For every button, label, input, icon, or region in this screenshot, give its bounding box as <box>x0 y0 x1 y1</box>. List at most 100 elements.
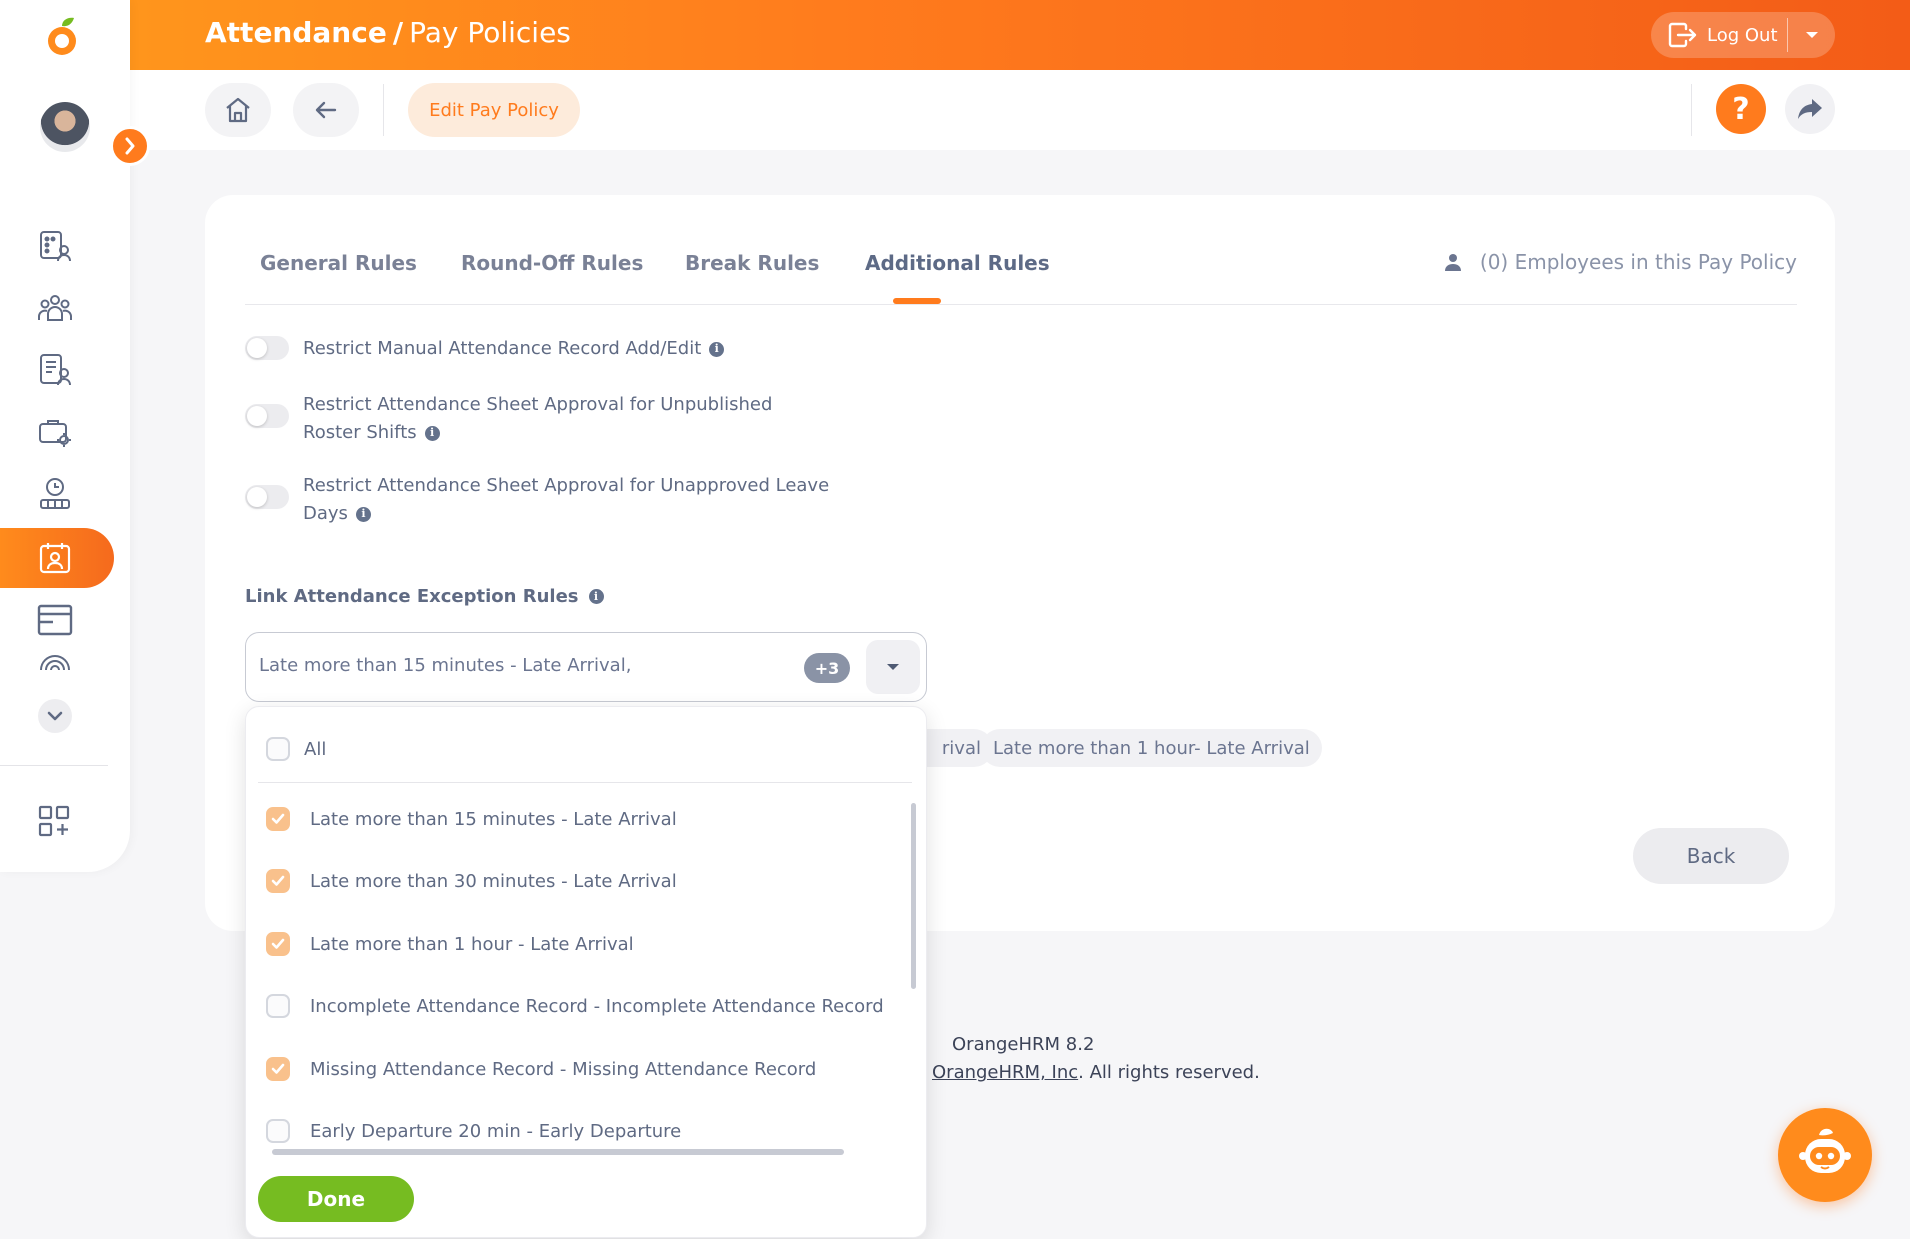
dropdown-option[interactable]: Late more than 30 minutes - Late Arrival <box>266 869 677 893</box>
toggle-restrict-unpublished-roster[interactable] <box>245 404 289 428</box>
share-icon <box>1798 99 1822 119</box>
rule-label-text: Restrict Manual Attendance Record Add/Ed… <box>303 338 702 359</box>
rule-label: Restrict Manual Attendance Record Add/Ed… <box>303 335 833 363</box>
dropdown-option[interactable]: Early Departure 20 min - Early Departure <box>266 1119 681 1143</box>
share-button[interactable] <box>1785 84 1835 134</box>
info-icon[interactable]: i <box>588 589 604 604</box>
dropdown-option[interactable]: Late more than 15 minutes - Late Arrival <box>266 807 677 831</box>
checkmark-icon <box>271 875 285 886</box>
scrollbar-thumb[interactable] <box>911 803 916 989</box>
employee-count-label: (0) Employees in this Pay Policy <box>1479 250 1797 274</box>
avatar[interactable] <box>40 102 90 152</box>
checkbox-checked[interactable] <box>266 869 290 893</box>
home-button[interactable] <box>205 83 271 137</box>
checkbox-checked[interactable] <box>266 807 290 831</box>
tab-round-off-rules[interactable]: Round-Off Rules <box>461 251 643 275</box>
sidebar-divider <box>0 765 108 766</box>
dropdown-option[interactable]: Late more than 1 hour - Late Arrival <box>266 932 634 956</box>
checkbox-checked[interactable] <box>266 1057 290 1081</box>
logout-group: Log Out <box>1651 12 1835 58</box>
rule-row-unapproved-leave: Restrict Attendance Sheet Approval for U… <box>245 472 833 528</box>
sidebar-item-directory[interactable] <box>0 216 114 276</box>
tab-bar: General Rules Round-Off Rules Break Rule… <box>245 195 1797 305</box>
exception-rules-label-text: Link Attendance Exception Rules <box>245 586 579 607</box>
select-all-option[interactable]: All <box>266 737 326 761</box>
vertical-scrollbar[interactable] <box>909 793 917 1153</box>
checkbox-checked[interactable] <box>266 932 290 956</box>
tab-additional-rules[interactable]: Additional Rules <box>865 251 1050 275</box>
info-icon[interactable]: i <box>424 425 440 441</box>
chevron-down-icon <box>47 711 63 721</box>
back-navigation-button[interactable] <box>293 83 359 137</box>
sidebar-item-settings[interactable] <box>0 402 114 462</box>
footer-copyright: OrangeHRM, Inc. All rights reserved. <box>932 1062 1260 1083</box>
horizontal-scrollbar[interactable] <box>260 1147 900 1157</box>
directory-icon <box>40 231 71 262</box>
select-value: Late more than 15 minutes - Late Arrival… <box>259 655 632 676</box>
sidebar-item-more-apps[interactable] <box>0 791 114 851</box>
sidebar-item-attendance[interactable] <box>0 528 114 588</box>
info-icon[interactable]: i <box>709 341 725 357</box>
info-icon[interactable]: i <box>355 506 371 522</box>
dropdown-option[interactable]: Missing Attendance Record - Missing Atte… <box>266 1057 816 1081</box>
title-separator: / <box>392 16 404 49</box>
exception-rules-select[interactable]: Late more than 15 minutes - Late Arrival… <box>245 632 927 702</box>
footer-rights: . All rights reserved. <box>1078 1062 1260 1083</box>
back-button[interactable]: Back <box>1633 828 1789 884</box>
rule-row-unpublished-roster: Restrict Attendance Sheet Approval for U… <box>245 391 833 447</box>
subheader-divider-right <box>1691 84 1692 136</box>
report-icon <box>40 354 71 386</box>
company-link[interactable]: OrangeHRM, Inc <box>932 1062 1078 1083</box>
rule-label-text: Restrict Attendance Sheet Approval for U… <box>303 475 830 524</box>
tab-general-rules[interactable]: General Rules <box>260 251 417 275</box>
option-label: Early Departure 20 min - Early Departure <box>310 1120 682 1142</box>
chevron-right-icon <box>125 137 135 155</box>
checkmark-icon <box>271 938 285 949</box>
people-icon <box>38 295 72 321</box>
more-count-badge: +3 <box>804 653 850 683</box>
checkmark-icon <box>271 813 285 824</box>
logout-icon <box>1668 22 1697 48</box>
sidebar-expand-button[interactable] <box>110 126 150 166</box>
edit-pay-policy-crumb: Edit Pay Policy <box>408 83 580 137</box>
select-all-label: All <box>304 738 327 760</box>
home-icon <box>226 97 250 123</box>
help-icon[interactable]: ? <box>1716 84 1766 134</box>
select-dropdown-toggle[interactable] <box>866 640 920 694</box>
sidebar-item-reports[interactable] <box>0 340 114 400</box>
checkbox[interactable] <box>266 737 290 761</box>
sidebar-item-people[interactable] <box>0 278 114 338</box>
module-title: Attendance <box>205 16 387 49</box>
toggle-restrict-unapproved-leave[interactable] <box>245 485 289 509</box>
checkbox[interactable] <box>266 994 290 1018</box>
user-menu-toggle[interactable] <box>1788 31 1835 40</box>
logout-button[interactable]: Log Out <box>1651 12 1787 58</box>
sub-header: Edit Pay Policy ? <box>130 70 1910 150</box>
tab-break-rules[interactable]: Break Rules <box>685 251 819 275</box>
done-button[interactable]: Done <box>258 1176 414 1222</box>
active-tab-indicator <box>893 298 941 304</box>
exception-rules-label: Link Attendance Exception Rules i <box>245 586 604 607</box>
sidebar-item-time[interactable] <box>0 464 114 524</box>
dropdown-options: Late more than 15 minutes - Late Arrival… <box>258 783 912 1153</box>
signal-icon <box>40 655 70 671</box>
employee-count[interactable]: (0) Employees in this Pay Policy <box>1444 250 1797 274</box>
checkbox[interactable] <box>266 1119 290 1143</box>
briefcase-gear-icon <box>39 420 71 447</box>
sidebar-more-button[interactable] <box>0 686 114 746</box>
sidebar-item-payroll[interactable] <box>0 590 114 650</box>
card-icon <box>37 604 73 636</box>
dropdown-option[interactable]: Incomplete Attendance Record - Incomplet… <box>266 994 884 1018</box>
attendance-calendar-icon <box>39 543 71 574</box>
scrollbar-thumb[interactable] <box>272 1149 844 1155</box>
orangehrm-logo-icon[interactable] <box>42 14 86 62</box>
person-icon <box>1444 254 1461 271</box>
selected-rule-chip: Late more than 1 hour- Late Arrival <box>981 729 1322 767</box>
option-label: Late more than 30 minutes - Late Arrival <box>310 870 677 892</box>
option-label: Missing Attendance Record - Missing Atte… <box>310 1058 817 1080</box>
chatbot-icon[interactable] <box>1778 1108 1872 1202</box>
top-bar: Attendance / Pay Policies Log Out <box>0 0 1910 70</box>
toggle-restrict-manual-record[interactable] <box>245 336 289 360</box>
page-title: Attendance / Pay Policies <box>205 16 571 52</box>
sidebar-item-partial[interactable] <box>0 652 114 680</box>
